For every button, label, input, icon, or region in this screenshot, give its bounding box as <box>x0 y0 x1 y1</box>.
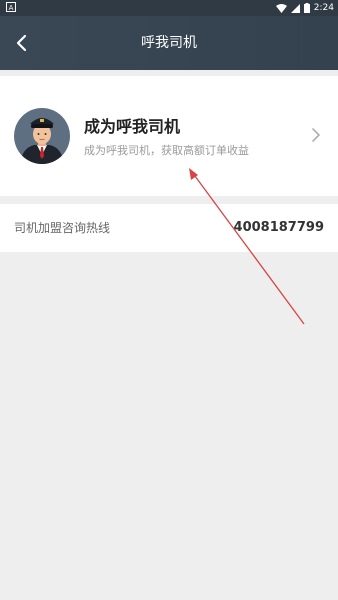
status-time: 2:24 <box>313 3 334 13</box>
svg-text:A: A <box>9 4 14 12</box>
notification-a-icon: A <box>6 2 16 12</box>
chevron-right-icon <box>312 128 320 142</box>
status-icons: 2:24 <box>275 0 334 16</box>
wifi-icon <box>275 3 287 13</box>
become-driver-card[interactable]: 成为呼我司机 成为呼我司机，获取高额订单收益 <box>0 76 338 196</box>
driver-avatar <box>14 108 70 164</box>
hotline-number[interactable]: 4008187799 <box>234 204 324 252</box>
signal-icon <box>290 3 300 13</box>
card-title: 成为呼我司机 <box>84 117 181 136</box>
page-title: 呼我司机 <box>141 35 197 51</box>
card-subtitle: 成为呼我司机，获取高额订单收益 <box>84 144 249 157</box>
status-bar: A 2:24 <box>0 0 338 16</box>
nav-bar: 呼我司机 <box>0 16 338 70</box>
screen: A 2:24 呼我司机 成为呼我司机 成为呼我司机，获取高额订单收益 司机加盟咨… <box>0 0 338 600</box>
hotline-row: 司机加盟咨询热线 4008187799 <box>0 204 338 252</box>
battery-icon <box>303 3 310 13</box>
hotline-label: 司机加盟咨询热线 <box>14 221 111 235</box>
